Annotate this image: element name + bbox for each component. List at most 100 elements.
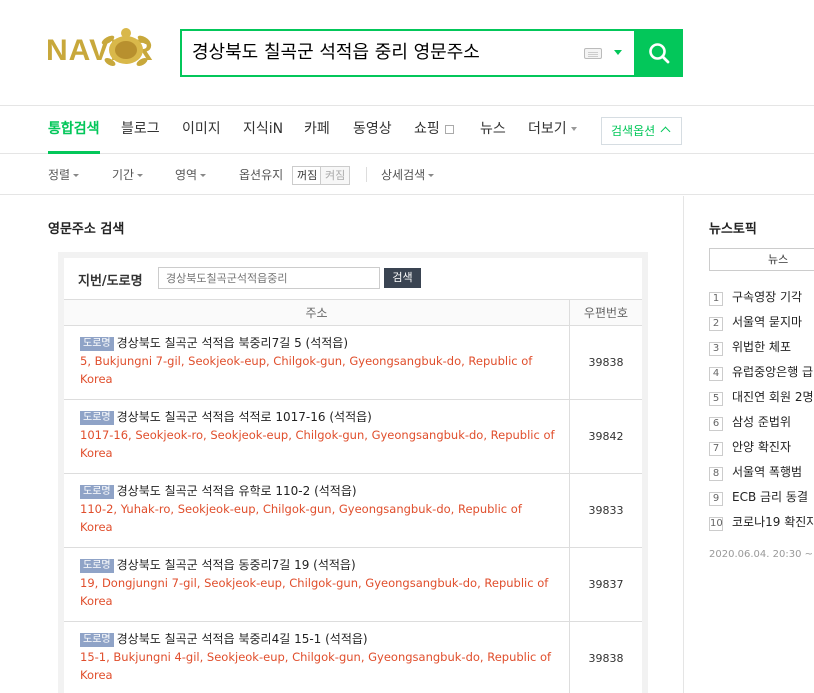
external-window-icon bbox=[444, 124, 454, 134]
address-cell: 도로명 경상북도 칠곡군 석적읍 동중리7길 19 (석적읍) 19, Dongj… bbox=[64, 548, 570, 622]
news-topic-item[interactable]: 10 코로나19 확진자 bbox=[709, 514, 814, 532]
search-input[interactable] bbox=[192, 31, 572, 75]
rank-number: 2 bbox=[709, 317, 723, 331]
news-topic-text: ECB 금리 동결 bbox=[732, 490, 808, 504]
korean-address[interactable]: 도로명 경상북도 칠곡군 석적읍 석적로 1017-16 (석적읍) bbox=[80, 408, 569, 426]
road-name-badge: 도로명 bbox=[80, 633, 114, 647]
filter-divider bbox=[366, 167, 367, 182]
korean-address-text: 경상북도 칠곡군 석적읍 북중리4길 15-1 (석적읍) bbox=[116, 632, 368, 646]
zip-code: 39833 bbox=[588, 504, 624, 517]
search-options-button[interactable]: 검색옵션 bbox=[601, 117, 682, 145]
english-address-line: Korea bbox=[80, 594, 113, 608]
rank-number: 1 bbox=[709, 292, 723, 306]
news-topic-text: 서울역 폭행범 bbox=[732, 465, 803, 479]
table-header: 주소 우편번호 bbox=[64, 300, 642, 326]
news-topic-item[interactable]: 5 대진연 회원 2명 bbox=[709, 389, 814, 407]
header: NAVER bbox=[0, 0, 814, 106]
naver-logo[interactable]: NAVER bbox=[46, 26, 166, 74]
filter-period-label: 기간 bbox=[112, 168, 135, 182]
chevron-down-icon bbox=[570, 127, 577, 131]
rank-number: 5 bbox=[709, 392, 723, 406]
address-table: 주소 우편번호 도로명 경상북도 칠곡군 석적읍 북중리7길 5 (석적읍) 5,… bbox=[64, 299, 642, 693]
news-topic-text: 대진연 회원 2명 bbox=[732, 390, 814, 404]
news-topic-item[interactable]: 8 서울역 폭행범 bbox=[709, 464, 802, 482]
english-address[interactable]: 5, Bukjungni 7-gil, Seokjeok-eup, Chilgo… bbox=[80, 352, 558, 388]
news-topic-text: 삼성 준법위 bbox=[732, 415, 792, 429]
address-search-input[interactable] bbox=[158, 267, 380, 289]
option-keep-on-toggle[interactable]: 켜짐 bbox=[320, 166, 351, 185]
tab-cafe[interactable]: 카페 bbox=[304, 106, 330, 153]
news-timestamp: 2020.06.04. 20:30 ~ 2 bbox=[709, 549, 814, 560]
english-address[interactable]: 15-1, Bukjungni 4-gil, Seokjeok-eup, Chi… bbox=[80, 648, 558, 684]
right-panel-divider bbox=[683, 196, 684, 693]
road-name-badge: 도로명 bbox=[80, 337, 114, 351]
chevron-down-icon bbox=[137, 174, 144, 177]
tab-shopping[interactable]: 쇼핑 bbox=[414, 106, 454, 153]
rank-number: 6 bbox=[709, 417, 723, 431]
korean-address[interactable]: 도로명 경상북도 칠곡군 석적읍 유학로 110-2 (석적읍) bbox=[80, 482, 569, 500]
news-topic-item[interactable]: 4 유럽중앙은행 급 bbox=[709, 364, 813, 382]
tab-video[interactable]: 동영상 bbox=[353, 106, 392, 153]
chevron-up-icon bbox=[660, 126, 671, 137]
tab-more-label: 더보기 bbox=[528, 121, 567, 137]
rank-number: 9 bbox=[709, 492, 723, 506]
news-topic-item[interactable]: 7 안양 확진자 bbox=[709, 439, 791, 457]
tab-image[interactable]: 이미지 bbox=[182, 106, 221, 153]
news-tab[interactable]: 뉴스 bbox=[709, 248, 814, 271]
tab-news[interactable]: 뉴스 bbox=[480, 106, 506, 153]
news-topic-text: 유럽중앙은행 급 bbox=[732, 365, 814, 379]
search-button[interactable] bbox=[636, 29, 683, 77]
filter-sort[interactable]: 정렬 bbox=[48, 155, 80, 195]
news-topic-item[interactable]: 2 서울역 묻지마 bbox=[709, 314, 802, 332]
filter-area[interactable]: 영역 bbox=[175, 155, 207, 195]
address-cell: 도로명 경상북도 칠곡군 석적읍 석적로 1017-16 (석적읍) 1017-1… bbox=[64, 400, 570, 474]
filter-detail-search[interactable]: 상세검색 bbox=[381, 155, 435, 195]
address-search-button[interactable]: 검색 bbox=[384, 268, 421, 288]
filter-period[interactable]: 기간 bbox=[112, 155, 144, 195]
news-topic-title: 뉴스토픽 bbox=[709, 222, 757, 237]
news-topic-item[interactable]: 1 구속영장 기각 bbox=[709, 289, 802, 307]
zip-code: 39838 bbox=[588, 356, 624, 369]
chevron-down-icon bbox=[200, 174, 207, 177]
table-row: 도로명 경상북도 칠곡군 석적읍 동중리7길 19 (석적읍) 19, Dongj… bbox=[64, 548, 642, 622]
korean-address[interactable]: 도로명 경상북도 칠곡군 석적읍 동중리7길 19 (석적읍) bbox=[80, 556, 569, 574]
english-address-line: 5, Bukjungni 7-gil, Seokjeok-eup, Chilgo… bbox=[80, 354, 533, 368]
news-topic-item[interactable]: 6 삼성 준법위 bbox=[709, 414, 791, 432]
english-address-line: 15-1, Bukjungni 4-gil, Seokjeok-eup, Chi… bbox=[80, 650, 552, 664]
english-address[interactable]: 1017-16, Seokjeok-ro, Seokjeok-eup, Chil… bbox=[80, 426, 558, 462]
zip-code: 39842 bbox=[588, 430, 624, 443]
chevron-down-icon bbox=[428, 174, 435, 177]
tab-more[interactable]: 더보기 bbox=[528, 106, 577, 153]
news-topic-item[interactable]: 3 위법한 체포 bbox=[709, 339, 791, 357]
keyboard-icon[interactable] bbox=[584, 48, 602, 59]
rank-number: 3 bbox=[709, 342, 723, 356]
english-address[interactable]: 19, Dongjungni 7-gil, Seokjeok-eup, Chil… bbox=[80, 574, 558, 610]
news-topic-item[interactable]: 9 ECB 금리 동결 bbox=[709, 489, 808, 507]
search-box[interactable] bbox=[180, 29, 636, 77]
english-address-line: Korea bbox=[80, 372, 113, 386]
english-address-panel: 지번/도로명 검색 주소 우편번호 도로명경상북도 칠곡군 석적읍 북중리7길 … bbox=[64, 258, 642, 693]
tab-kin[interactable]: 지식iN bbox=[243, 106, 283, 153]
chevron-down-icon bbox=[73, 174, 80, 177]
road-name-badge: 도로명 bbox=[80, 485, 114, 499]
news-topic-text: 위법한 체포 bbox=[732, 340, 792, 354]
rank-number: 8 bbox=[709, 467, 723, 481]
turtle-doodle-icon bbox=[101, 28, 151, 66]
news-topic-text: 안양 확진자 bbox=[732, 440, 792, 454]
english-address[interactable]: 110-2, Yuhak-ro, Seokjeok-eup, Chilgok-g… bbox=[80, 500, 558, 536]
column-header-address: 주소 bbox=[64, 300, 570, 326]
tab-integrated-search[interactable]: 통합검색 bbox=[48, 106, 100, 154]
tab-blog[interactable]: 블로그 bbox=[121, 106, 160, 153]
address-form-label: 지번/도로명 bbox=[78, 274, 143, 289]
korean-address[interactable]: 도로명 경상북도 칠곡군 석적읍 북중리7길 5 (석적읍) bbox=[80, 334, 569, 352]
korean-address[interactable]: 도로명 경상북도 칠곡군 석적읍 북중리4길 15-1 (석적읍) bbox=[80, 630, 569, 648]
dropdown-arrow-icon[interactable] bbox=[614, 50, 622, 55]
korean-address-text: 경상북도 칠곡군 석적읍 유학로 110-2 (석적읍) bbox=[116, 484, 357, 498]
english-address-line: Korea bbox=[80, 668, 113, 682]
road-name-badge: 도로명 bbox=[80, 559, 114, 573]
english-address-line: Korea bbox=[80, 446, 113, 460]
section-title: 영문주소 검색 bbox=[48, 222, 125, 237]
zip-code: 39838 bbox=[588, 652, 624, 665]
option-keep-off-toggle[interactable]: 꺼짐 bbox=[292, 166, 323, 185]
table-row: 도로명 경상북도 칠곡군 석적읍 북중리7길 5 (석적읍) 5, Bukjung… bbox=[64, 326, 642, 400]
